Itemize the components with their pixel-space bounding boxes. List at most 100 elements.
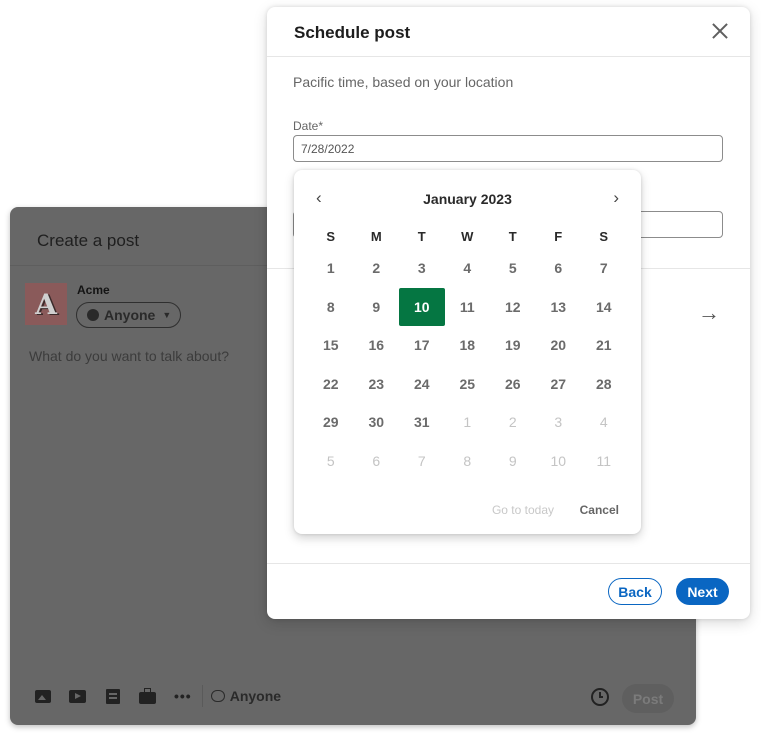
add-document-button[interactable] <box>104 688 121 704</box>
go-to-today-button[interactable]: Go to today <box>492 503 554 517</box>
calendar-cancel-button[interactable]: Cancel <box>580 503 619 517</box>
calendar-day[interactable]: 22 <box>308 365 354 404</box>
calendar-day[interactable]: 9 <box>354 288 400 327</box>
visibility-dropdown[interactable]: Anyone ▼ <box>76 302 181 328</box>
calendar-day[interactable]: 5 <box>490 249 536 288</box>
weekday-header: T <box>417 229 426 244</box>
calendar-day[interactable]: 4 <box>445 249 491 288</box>
calendar-day[interactable]: 12 <box>490 288 536 327</box>
comment-scope-label: Anyone <box>229 688 282 704</box>
calendar-day[interactable]: 6 <box>536 249 582 288</box>
calendar-day-number: 5 <box>508 260 517 277</box>
add-video-button[interactable] <box>69 689 86 703</box>
timezone-note: Pacific time, based on your location <box>293 74 514 90</box>
calendar-day[interactable]: 31 <box>399 403 445 442</box>
calendar-day[interactable]: 16 <box>354 326 400 365</box>
clock-icon[interactable] <box>591 688 609 706</box>
weekday-header: T <box>508 229 517 244</box>
calendar-day-number: 10 <box>550 452 567 469</box>
calendar-day[interactable]: 19 <box>490 326 536 365</box>
calendar-day-number: 9 <box>372 298 381 315</box>
calendar-day-number: 11 <box>459 298 475 315</box>
calendar-day-number: 21 <box>595 337 612 354</box>
calendar-day-number: 30 <box>368 414 385 431</box>
calendar-day[interactable]: 26 <box>490 365 536 404</box>
calendar-day-number: 17 <box>413 337 430 354</box>
weekday-header: S <box>599 229 609 244</box>
calendar-day[interactable]: 17 <box>399 326 445 365</box>
calendar-day[interactable]: 2 <box>354 249 400 288</box>
calendar-day[interactable]: 6 <box>354 442 400 481</box>
calendar-day-number: 4 <box>599 414 608 431</box>
more-options-button[interactable]: ••• <box>174 688 192 704</box>
calendar-day[interactable]: 5 <box>308 442 354 481</box>
modal-header: Schedule post <box>267 7 750 57</box>
calendar-day-number: 2 <box>508 414 517 431</box>
next-button[interactable]: Next <box>676 578 729 605</box>
calendar-day-number: 8 <box>463 452 472 469</box>
calendar-day[interactable]: 18 <box>445 326 491 365</box>
calendar-day[interactable]: 3 <box>399 249 445 288</box>
calendar-day[interactable]: 2 <box>490 403 536 442</box>
date-input[interactable] <box>293 135 723 162</box>
avatar-letter: A <box>35 287 57 321</box>
calendar-day[interactable]: 3 <box>536 403 582 442</box>
calendar-day[interactable]: 29 <box>308 403 354 442</box>
calendar-day[interactable]: 10 <box>536 442 582 481</box>
calendar-day[interactable]: 9 <box>490 442 536 481</box>
calendar-day[interactable]: 11 <box>445 288 491 327</box>
calendar-day-selected[interactable]: 10 <box>399 287 445 327</box>
calendar-day[interactable]: 7 <box>399 442 445 481</box>
back-button[interactable]: Back <box>608 578 662 605</box>
calendar-day-number: 6 <box>554 260 563 277</box>
date-label: Date* <box>293 119 324 133</box>
calendar-day-number: 31 <box>413 414 430 431</box>
calendar-day[interactable]: 25 <box>445 365 491 404</box>
create-post-title: Create a post <box>37 231 140 250</box>
post-text-input[interactable]: What do you want to talk about? <box>29 348 229 364</box>
post-toolbar: ••• Anyone <box>34 685 281 707</box>
calendar-month-label: January 2023 <box>423 191 512 207</box>
calendar-day[interactable]: 8 <box>445 442 491 481</box>
calendar-day[interactable]: 13 <box>536 288 582 327</box>
calendar-day[interactable]: 14 <box>581 288 627 327</box>
calendar-day[interactable]: 24 <box>399 365 445 404</box>
weekday-header: W <box>461 229 474 244</box>
calendar-day-number: 16 <box>368 337 385 354</box>
calendar-day-number: 3 <box>417 260 426 277</box>
calendar-day[interactable]: 1 <box>445 403 491 442</box>
weekday-header: F <box>554 229 563 244</box>
calendar-day-number: 9 <box>508 452 517 469</box>
calendar-day[interactable]: 30 <box>354 403 400 442</box>
calendar-day-number: 10 <box>399 287 445 326</box>
calendar-day-number: 3 <box>554 414 563 431</box>
chevron-right-icon[interactable]: › <box>613 188 619 208</box>
post-button[interactable]: Post <box>622 684 674 713</box>
add-photo-button[interactable] <box>34 689 51 703</box>
calendar-day-number: 1 <box>326 260 335 277</box>
calendar-day-number: 8 <box>326 298 335 315</box>
calendar-day[interactable]: 27 <box>536 365 582 404</box>
calendar-day[interactable]: 4 <box>581 403 627 442</box>
calendar-day-number: 13 <box>550 298 567 315</box>
calendar-day[interactable]: 7 <box>581 249 627 288</box>
calendar-day[interactable]: 15 <box>308 326 354 365</box>
calendar-day[interactable]: 28 <box>581 365 627 404</box>
calendar-day-number: 28 <box>595 375 612 392</box>
calendar-day[interactable]: 11 <box>581 442 627 481</box>
calendar-day-number: 4 <box>463 260 472 277</box>
add-job-button[interactable] <box>139 687 156 704</box>
calendar-day-number: 1 <box>463 414 472 431</box>
globe-icon <box>87 309 99 321</box>
calendar-day[interactable]: 21 <box>581 326 627 365</box>
calendar-day[interactable]: 1 <box>308 249 354 288</box>
calendar-day[interactable]: 20 <box>536 326 582 365</box>
calendar-day-number: 26 <box>504 375 521 392</box>
arrow-right-icon[interactable]: → <box>698 300 720 326</box>
close-icon[interactable] <box>710 21 730 41</box>
calendar-day[interactable]: 23 <box>354 365 400 404</box>
comment-scope-button[interactable]: Anyone <box>210 688 282 704</box>
calendar-day-number: 27 <box>550 375 567 392</box>
visibility-label: Anyone <box>104 307 156 323</box>
calendar-day[interactable]: 8 <box>308 288 354 327</box>
